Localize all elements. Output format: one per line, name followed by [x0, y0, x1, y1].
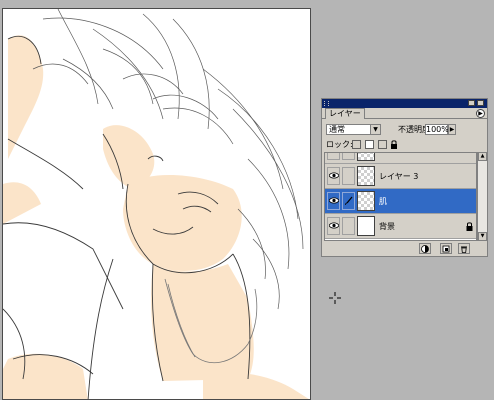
opacity-slider-button[interactable]: ▶: [448, 124, 456, 135]
link-toggle[interactable]: [342, 192, 355, 210]
minimize-button[interactable]: [468, 100, 475, 106]
layer-name: レイヤー 3: [379, 172, 419, 181]
trash-icon: [461, 246, 467, 253]
brush-icon: [345, 196, 353, 205]
layer-thumbnail: [357, 153, 375, 161]
eye-icon: [329, 222, 339, 229]
layer-thumbnail: [357, 191, 375, 211]
document-canvas[interactable]: [2, 8, 311, 400]
lock-all-icon[interactable]: [390, 140, 398, 149]
grip-icon: [324, 101, 329, 106]
tab-layers[interactable]: レイヤー: [325, 108, 365, 119]
visibility-toggle[interactable]: [327, 217, 340, 235]
layer-thumbnail: [357, 216, 375, 236]
lock-transparency-checkbox[interactable]: [352, 140, 361, 149]
layer-row[interactable]: 背景: [325, 214, 476, 239]
adjustment-layer-icon: [421, 245, 429, 253]
blend-mode-value: 通常: [329, 125, 345, 134]
visibility-toggle[interactable]: [327, 192, 340, 210]
lock-position-checkbox[interactable]: [378, 140, 387, 149]
line-art-illustration: [3, 9, 309, 399]
blend-mode-select[interactable]: 通常 ▼: [326, 124, 381, 135]
scroll-up-button[interactable]: ▲: [478, 152, 487, 161]
adjustment-layer-button[interactable]: [419, 243, 431, 254]
lock-label: ロック:: [326, 140, 353, 149]
link-toggle[interactable]: [342, 167, 355, 185]
layer-row-selected[interactable]: 肌: [325, 189, 476, 214]
close-button[interactable]: [477, 100, 484, 106]
opacity-input[interactable]: 100%: [425, 124, 449, 135]
new-layer-button[interactable]: [440, 243, 452, 254]
lock-icon: [466, 222, 473, 231]
layers-list: レイヤー 3 肌 背景: [324, 152, 477, 241]
palette-menu-button[interactable]: ▶: [476, 109, 485, 118]
palette-tabbar: レイヤー: [322, 108, 487, 119]
layer-row[interactable]: レイヤー 3: [325, 164, 476, 189]
visibility-toggle[interactable]: [327, 167, 340, 185]
layer-name: 肌: [379, 197, 387, 206]
eye-icon: [329, 197, 339, 204]
chevron-down-icon: ▼: [370, 125, 380, 134]
visibility-toggle[interactable]: [327, 153, 340, 160]
link-toggle[interactable]: [342, 153, 355, 160]
layers-scrollbar[interactable]: ▲ ▼: [477, 152, 487, 241]
palette-titlebar[interactable]: [322, 99, 487, 108]
layer-row[interactable]: [325, 153, 476, 164]
link-toggle[interactable]: [342, 217, 355, 235]
new-layer-icon: [442, 245, 450, 253]
crosshair-cursor-icon: [329, 292, 341, 304]
palette-bottom-bar: [322, 242, 487, 256]
lock-image-checkbox[interactable]: [365, 140, 374, 149]
scroll-down-button[interactable]: ▼: [478, 232, 487, 241]
layer-name: 背景: [379, 222, 395, 231]
delete-layer-button[interactable]: [458, 243, 470, 254]
layer-thumbnail: [357, 166, 375, 186]
eye-icon: [329, 172, 339, 179]
layers-palette: レイヤー ▶ 通常 ▼ 不透明度: 100% ▶ ロック: レイヤー 3 肌 背…: [321, 98, 488, 257]
